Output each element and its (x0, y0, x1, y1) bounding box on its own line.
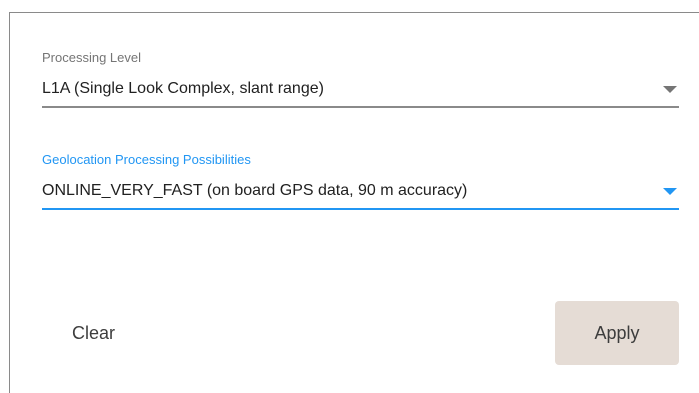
processing-level-label: Processing Level (42, 50, 141, 65)
triangle-down-icon[interactable] (663, 86, 677, 93)
geolocation-field: Geolocation Processing Possibilities ONL… (42, 152, 679, 210)
geolocation-value: ONLINE_VERY_FAST (on board GPS data, 90 … (42, 182, 468, 199)
geolocation-label: Geolocation Processing Possibilities (42, 152, 251, 167)
dialog-left-border (9, 12, 10, 393)
apply-button[interactable]: Apply (555, 301, 679, 365)
clear-button[interactable]: Clear (40, 301, 160, 365)
processing-level-value: L1A (Single Look Complex, slant range) (42, 80, 324, 97)
dialog-top-border (9, 12, 699, 13)
triangle-down-icon[interactable] (663, 188, 677, 195)
geolocation-select[interactable]: ONLINE_VERY_FAST (on board GPS data, 90 … (42, 180, 679, 210)
processing-level-select[interactable]: L1A (Single Look Complex, slant range) (42, 78, 679, 108)
filter-dialog: Processing Level L1A (Single Look Comple… (0, 0, 699, 393)
processing-level-field: Processing Level L1A (Single Look Comple… (42, 50, 679, 108)
